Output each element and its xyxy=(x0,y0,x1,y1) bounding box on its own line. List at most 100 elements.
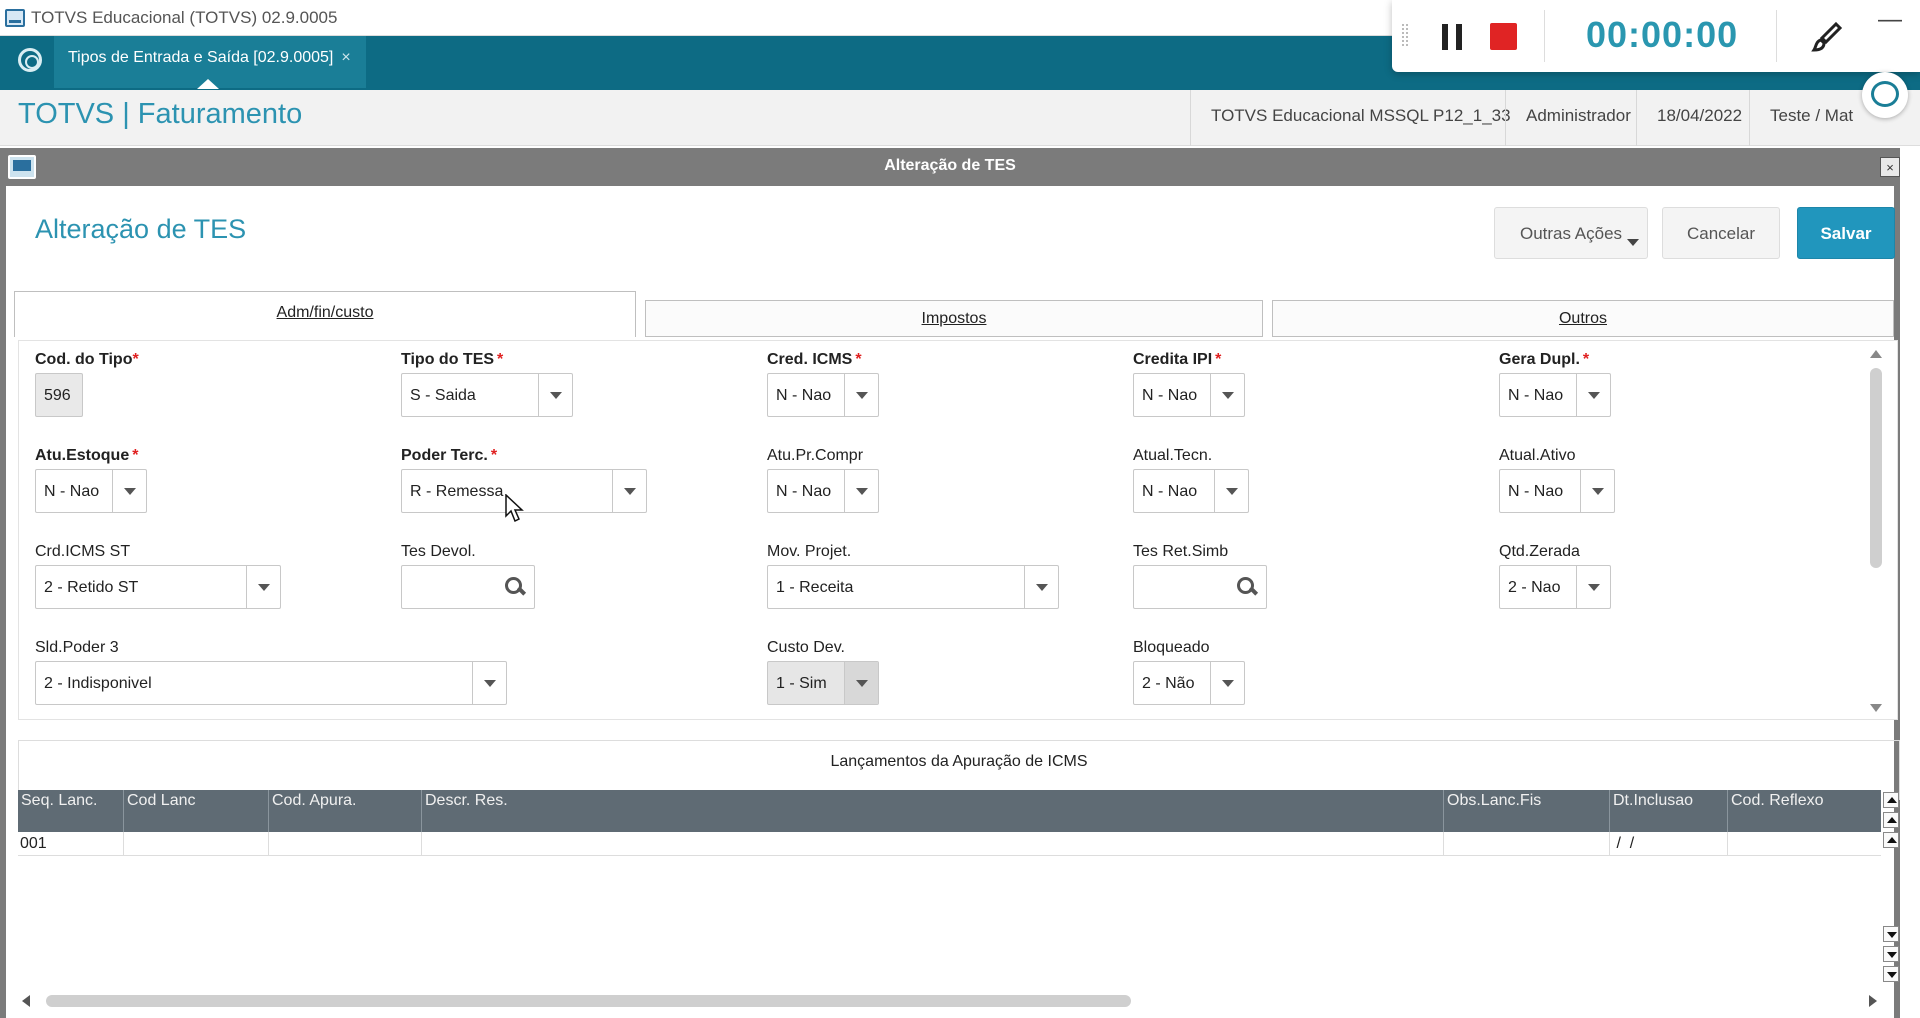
tes-ret-simb-field[interactable] xyxy=(1133,565,1267,609)
chevron-down-icon xyxy=(1214,470,1248,512)
chevron-down-icon xyxy=(1210,662,1244,704)
chevron-down-icon xyxy=(112,470,146,512)
totvs-logo-icon[interactable] xyxy=(18,48,42,72)
chevron-down-icon xyxy=(472,662,506,704)
minimize-icon[interactable]: — xyxy=(1878,6,1902,34)
chevron-down-icon xyxy=(1627,239,1639,246)
tab-close-icon[interactable]: × xyxy=(341,49,350,66)
atu-pr-compr-select[interactable]: N - Nao xyxy=(767,469,879,513)
cred-icms-select[interactable]: N - Nao xyxy=(767,373,879,417)
chat-bubble-button[interactable] xyxy=(1862,72,1908,118)
save-button[interactable]: Salvar xyxy=(1797,207,1895,259)
grid-cell[interactable] xyxy=(1443,832,1609,856)
atual-tecn-select[interactable]: N - Nao xyxy=(1133,469,1249,513)
grid-horizontal-scrollbar[interactable] xyxy=(18,992,1881,1010)
gera-dupl-select[interactable]: N - Nao xyxy=(1499,373,1611,417)
atu-pr-compr-label: Atu.Pr.Compr xyxy=(767,447,864,464)
grid-col-header[interactable]: Seq. Lanc. xyxy=(18,790,123,832)
grid-page-up-icon[interactable] xyxy=(1883,812,1899,828)
dialog-title: Alteração de TES xyxy=(35,214,247,244)
grid-first-icon[interactable] xyxy=(1883,792,1899,808)
tab-adm-fin-custo[interactable]: Adm/fin/custo xyxy=(14,291,636,337)
scroll-right-icon[interactable] xyxy=(1869,995,1877,1007)
grid-col-header[interactable]: Cod. Reflexo xyxy=(1727,790,1881,832)
grid-col-header[interactable]: Cod. Apura. xyxy=(268,790,421,832)
qtd-zerada-select[interactable]: 2 - Nao xyxy=(1499,565,1611,609)
pause-icon[interactable] xyxy=(1442,24,1462,50)
user-info: Administrador xyxy=(1505,90,1651,146)
custo-dev-select[interactable]: 1 - Sim xyxy=(767,661,879,705)
tab-impostos[interactable]: Impostos xyxy=(645,300,1263,337)
grid-col-header[interactable]: Descr. Res. xyxy=(421,790,1443,832)
tab-label: Tipos de Entrada e Saída [02.9.0005] xyxy=(68,49,334,66)
grid-col-header[interactable]: Cod Lanc xyxy=(123,790,268,832)
grid-navigation xyxy=(1882,790,1900,986)
search-icon[interactable] xyxy=(504,576,526,598)
brush-icon[interactable] xyxy=(1810,20,1844,54)
tab-outros[interactable]: Outros xyxy=(1272,300,1894,337)
table-row[interactable]: 001 / / xyxy=(18,832,1881,856)
mov-projet-select[interactable]: 1 - Receita xyxy=(767,565,1059,609)
crd-icms-st-select[interactable]: 2 - Retido ST xyxy=(35,565,281,609)
scroll-up-icon[interactable] xyxy=(1870,350,1882,358)
scroll-thumb[interactable] xyxy=(46,995,1131,1007)
sld-poder3-select[interactable]: 2 - Indisponivel xyxy=(35,661,507,705)
mouse-pointer-icon xyxy=(505,494,524,523)
grid-cell[interactable] xyxy=(268,832,421,856)
grid-col-header[interactable]: Dt.Inclusao xyxy=(1609,790,1727,832)
chevron-down-icon xyxy=(844,470,878,512)
cancel-button[interactable]: Cancelar xyxy=(1662,207,1780,259)
grid-col-header[interactable]: Obs.Lanc.Fis xyxy=(1443,790,1609,832)
date-info: 18/04/2022 xyxy=(1636,90,1762,146)
grid-cell[interactable] xyxy=(1727,832,1881,856)
drag-handle-icon[interactable] xyxy=(1402,24,1408,46)
grid-down-icon[interactable] xyxy=(1883,926,1899,942)
tes-devol-field[interactable] xyxy=(401,565,535,609)
screen-recorder-panel: 00:00:00 — xyxy=(1392,0,1920,72)
form-vertical-scrollbar[interactable] xyxy=(1866,346,1886,716)
chevron-down-icon xyxy=(1580,470,1614,512)
grid-cell[interactable]: / / xyxy=(1609,832,1727,856)
company-info: Teste / Mat xyxy=(1749,90,1873,146)
other-actions-label: Outras Ações xyxy=(1519,224,1623,243)
atual-ativo-select[interactable]: N - Nao xyxy=(1499,469,1615,513)
grid-header: Seq. Lanc. Cod Lanc Cod. Apura. Descr. R… xyxy=(18,790,1881,832)
cod-tipo-field[interactable]: 596 xyxy=(35,373,83,417)
dialog-close-icon[interactable]: × xyxy=(1880,157,1900,177)
chevron-down-icon xyxy=(1210,374,1244,416)
app-window-icon xyxy=(5,9,25,27)
credita-ipi-select[interactable]: N - Nao xyxy=(1133,373,1245,417)
atu-estoque-select[interactable]: N - Nao xyxy=(35,469,147,513)
other-actions-button[interactable]: Outras Ações xyxy=(1494,207,1648,259)
scroll-down-icon[interactable] xyxy=(1870,704,1882,712)
grid-page-down-icon[interactable] xyxy=(1883,946,1899,962)
grid-last-icon[interactable] xyxy=(1883,966,1899,982)
recording-timer: 00:00:00 xyxy=(1586,14,1739,55)
divider xyxy=(1544,10,1545,62)
dialog-titlebar: Alteração de TES × xyxy=(0,148,1900,186)
scroll-thumb[interactable] xyxy=(1870,368,1882,568)
atual-ativo-label: Atual.Ativo xyxy=(1499,447,1576,464)
bloqueado-select[interactable]: 2 - Não xyxy=(1133,661,1245,705)
atu-estoque-label: Atu.Estoque * xyxy=(35,447,139,464)
cred-icms-label: Cred. ICMS * xyxy=(767,351,862,368)
search-icon[interactable] xyxy=(1236,576,1258,598)
tipo-tes-label: Tipo do TES * xyxy=(401,351,504,368)
app-brand: TOTVS | Faturamento xyxy=(18,98,303,130)
grid-cell[interactable] xyxy=(421,832,1443,856)
icms-grid-title: Lançamentos da Apuração de ICMS xyxy=(830,753,1088,770)
grid-cell[interactable] xyxy=(123,832,268,856)
grid-cell[interactable]: 001 xyxy=(18,832,123,856)
tes-devol-label: Tes Devol. xyxy=(401,543,476,560)
chevron-down-icon xyxy=(844,374,878,416)
scroll-left-icon[interactable] xyxy=(22,995,30,1007)
chevron-down-icon xyxy=(844,662,878,704)
tipo-tes-select[interactable]: S - Saida xyxy=(401,373,573,417)
environment-info: TOTVS Educacional MSSQL P12_1_33 xyxy=(1190,90,1531,146)
grid-up-icon[interactable] xyxy=(1883,832,1899,848)
divider xyxy=(1776,10,1777,62)
credita-ipi-label: Credita IPI * xyxy=(1133,351,1222,368)
tes-ret-simb-label: Tes Ret.Simb xyxy=(1133,543,1229,560)
active-tab-indicator xyxy=(197,79,219,89)
stop-icon[interactable] xyxy=(1490,23,1517,50)
